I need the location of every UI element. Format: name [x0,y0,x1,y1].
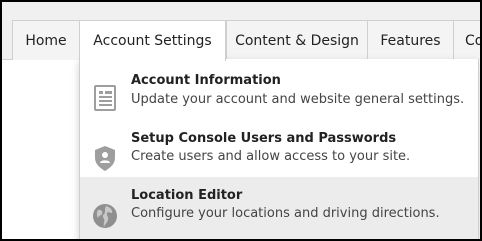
menu-item-location-editor[interactable]: Location Editor Configure your locations… [80,177,478,239]
top-navigation-bar: Home Account Settings Content & Design F… [2,2,480,61]
menu-item-title: Location Editor [131,188,243,203]
shield-user-icon [90,143,120,173]
nav-tab-truncated[interactable]: Com [453,20,480,60]
menu-item-title: Setup Console Users and Passwords [131,131,397,146]
menu-item-description: Update your account and website general … [131,92,465,107]
nav-tab-features[interactable]: Features [367,20,453,60]
menu-item-title: Account Information [131,73,281,88]
menu-item-description: Configure your locations and driving dir… [131,206,440,221]
document-list-icon [90,83,120,113]
globe-icon [90,201,120,231]
nav-tab-home[interactable]: Home [12,20,79,60]
menu-item-setup-console-users[interactable]: Setup Console Users and Passwords Create… [80,119,478,177]
nav-tab-account-settings[interactable]: Account Settings [79,20,226,61]
menu-item-account-information[interactable]: Account Information Update your account … [80,59,478,119]
menu-item-description: Create users and allow access to your si… [131,149,411,164]
account-settings-dropdown: Account Information Update your account … [79,59,479,239]
screenshot-frame: Home Account Settings Content & Design F… [0,0,482,241]
nav-tabs: Home Account Settings Content & Design F… [12,20,480,61]
nav-tab-content-design[interactable]: Content & Design [226,20,367,60]
